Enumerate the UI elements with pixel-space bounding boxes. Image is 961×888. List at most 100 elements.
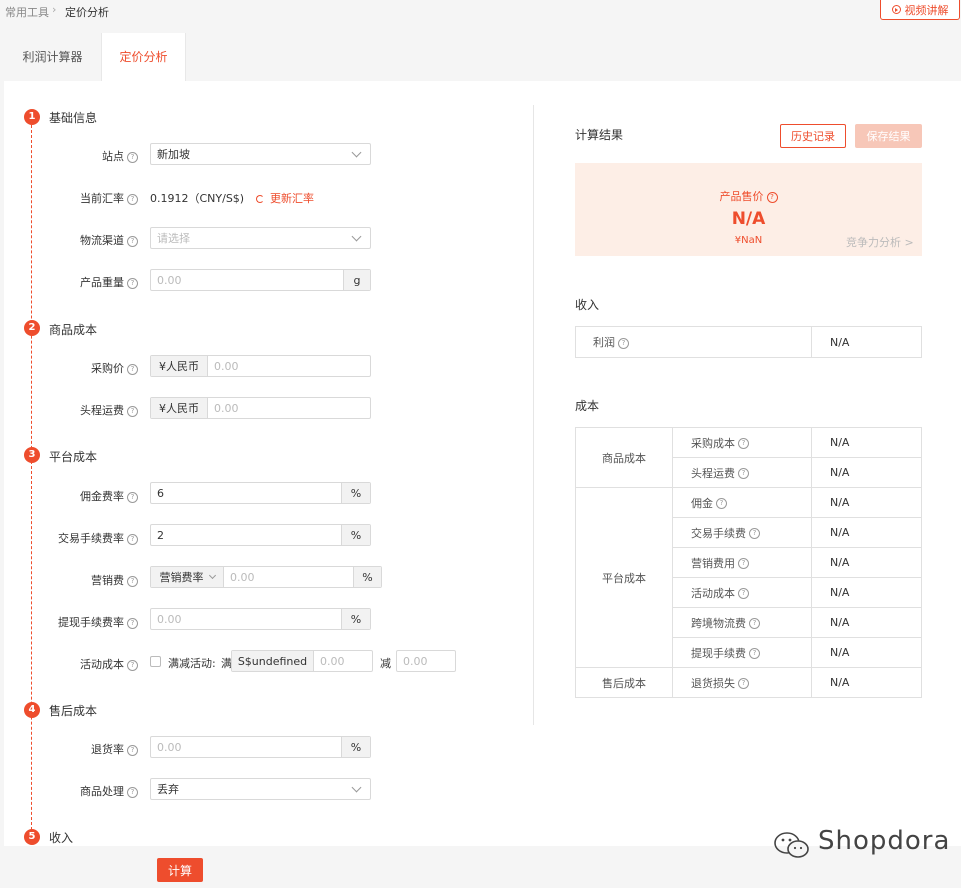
group-aftersale-cost: 售后成本 (575, 667, 673, 698)
firstleg-input[interactable]: ¥人民币 0.00 (150, 397, 371, 419)
help-icon[interactable]: ? (127, 533, 138, 545)
help-icon[interactable]: ? (738, 588, 749, 599)
activity-check-label: 满减活动: (168, 657, 216, 670)
return-rate-placeholder: 0.00 (157, 740, 182, 754)
marketing-type-select[interactable]: 营销费率 (151, 567, 224, 587)
firstleg-currency: ¥人民币 (151, 398, 208, 418)
help-icon[interactable]: ? (127, 235, 138, 247)
marketing-placeholder: 0.00 (230, 570, 255, 584)
rate-label: 当前汇率? (18, 190, 138, 206)
handling-select[interactable]: 丢弃 (150, 778, 371, 800)
help-icon[interactable]: ? (127, 491, 138, 503)
help-icon[interactable]: ? (738, 558, 749, 569)
purchase-input[interactable]: ¥人民币 0.00 (150, 355, 371, 377)
help-icon[interactable]: ? (127, 617, 138, 629)
profit-label: 利润 (593, 336, 615, 349)
exchange-rate-value: 0.1912（CNY/S$) (150, 192, 245, 205)
commission-input[interactable]: 6 % (150, 482, 371, 504)
help-icon[interactable]: ? (127, 659, 138, 671)
help-icon[interactable]: ? (127, 786, 138, 798)
play-circle-icon (891, 5, 901, 14)
weight-input[interactable]: 0.00 g (150, 269, 371, 291)
help-icon[interactable]: ? (749, 618, 760, 629)
table-row: 商品成本 采购成本? N/A (575, 427, 922, 488)
weight-unit: g (343, 270, 370, 290)
commission-label: 佣金费率? (18, 488, 138, 504)
help-icon[interactable]: ? (127, 405, 138, 417)
activity-threshold-input[interactable]: S$undefined 0.00 (231, 650, 373, 672)
tab-profit-calculator[interactable]: 利润计算器 (4, 33, 101, 81)
section-title-basic: 基础信息 (49, 111, 98, 125)
help-icon[interactable]: ? (738, 438, 749, 449)
activity-discount-input[interactable]: 0.00 (396, 650, 456, 672)
cost-label-cell: 活动成本? (672, 577, 812, 608)
section-title-goods-cost: 商品成本 (49, 323, 98, 337)
help-icon[interactable]: ? (749, 648, 760, 659)
marketing-input[interactable]: 营销费率 0.00 % (150, 566, 382, 588)
cost-value: N/A (811, 457, 922, 488)
breadcrumb-current: 定价分析 (65, 6, 109, 19)
purchase-label: 采购价? (18, 360, 138, 376)
cost-label-cell: 交易手续费? (672, 517, 812, 548)
weight-placeholder: 0.00 (157, 273, 182, 287)
chevron-down-icon (351, 231, 362, 242)
purchase-currency: ¥人民币 (151, 356, 208, 376)
site-select[interactable]: 新加坡 (150, 143, 371, 165)
marketing-label: 营销费? (18, 572, 138, 588)
help-icon[interactable]: ? (127, 575, 138, 587)
group-platform-cost: 平台成本 (575, 487, 673, 668)
purchase-placeholder: 0.00 (214, 359, 239, 373)
help-icon[interactable]: ? (618, 337, 629, 349)
result-title: 计算结果 (575, 128, 624, 142)
cost-value: N/A (811, 577, 922, 608)
price-label: 产品售价 (719, 190, 764, 203)
history-button[interactable]: 历史记录 (780, 124, 846, 148)
activity-label: 活动成本? (18, 656, 138, 672)
table-row: 售后成本 退货损失? N/A (575, 667, 922, 698)
calculate-button[interactable]: 计算 (157, 858, 203, 882)
cost-label-cell: 采购成本? (672, 427, 812, 458)
help-icon[interactable]: ? (127, 363, 138, 375)
transaction-input[interactable]: 2 % (150, 524, 371, 546)
logistics-label: 物流渠道? (18, 232, 138, 248)
activity-checkbox[interactable] (150, 656, 161, 667)
profit-value: N/A (811, 326, 922, 358)
breadcrumb-parent[interactable]: 常用工具 (5, 4, 49, 20)
marketing-type-value: 营销费率 (159, 571, 204, 584)
table-row: 平台成本 佣金? N/A (575, 487, 922, 668)
tab-bar: 利润计算器 定价分析 (4, 33, 961, 81)
chevron-down-icon (208, 571, 216, 580)
help-icon[interactable]: ? (738, 468, 749, 479)
cost-label-cell: 跨境物流费? (672, 607, 812, 638)
withdraw-input[interactable]: 0.00 % (150, 608, 371, 630)
percent-unit: % (341, 609, 370, 629)
panel-divider (533, 105, 534, 725)
cost-label-cell: 退货损失? (672, 667, 812, 698)
save-result-button[interactable]: 保存结果 (855, 124, 922, 148)
transaction-value: 2 (157, 528, 164, 542)
competitiveness-link[interactable]: 竞争力分析 > (846, 234, 914, 250)
group-goods-cost: 商品成本 (575, 427, 673, 488)
firstleg-placeholder: 0.00 (214, 401, 239, 415)
cost-value: N/A (811, 607, 922, 638)
help-icon[interactable]: ? (127, 744, 138, 756)
help-icon[interactable]: ? (127, 151, 138, 163)
wechat-icon (774, 832, 809, 858)
cost-label-cell: 佣金? (672, 487, 812, 518)
refresh-rate-link[interactable]: 更新汇率 (256, 190, 314, 206)
cost-label-cell: 提现手续费? (672, 637, 812, 668)
tab-pricing-analysis[interactable]: 定价分析 (101, 33, 186, 81)
return-rate-input[interactable]: 0.00 % (150, 736, 371, 758)
help-icon[interactable]: ? (127, 193, 138, 205)
help-icon[interactable]: ? (766, 191, 778, 203)
help-icon[interactable]: ? (716, 498, 727, 509)
activity-currency: S$undefined (232, 651, 314, 671)
withdraw-label: 提现手续费率? (18, 614, 138, 630)
help-icon[interactable]: ? (738, 678, 749, 689)
chevron-down-icon (351, 782, 362, 793)
help-icon[interactable]: ? (127, 277, 138, 289)
help-icon[interactable]: ? (749, 528, 760, 539)
weight-label: 产品重量? (18, 274, 138, 290)
logistics-select[interactable]: 请选择 (150, 227, 371, 249)
video-tutorial-button[interactable]: 视频讲解 (880, 0, 960, 20)
